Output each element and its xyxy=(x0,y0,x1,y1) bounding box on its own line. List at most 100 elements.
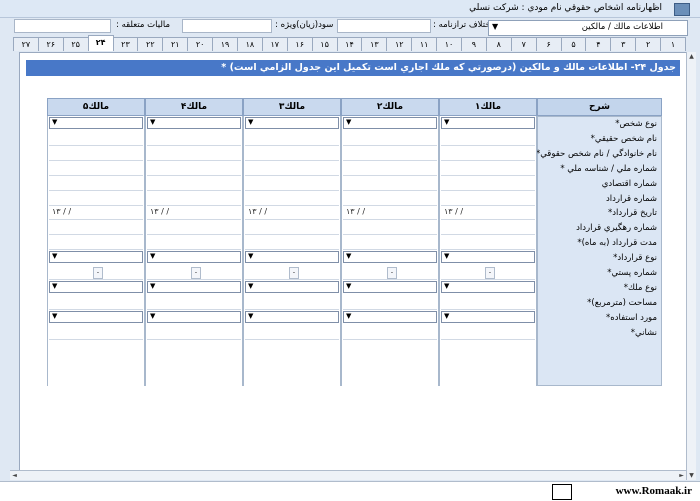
owner-2-text-field[interactable] xyxy=(343,177,437,191)
tab-12[interactable]: ۱۲ xyxy=(386,37,413,51)
vertical-scrollbar[interactable]: ▲ ▼ xyxy=(686,52,696,480)
tax-field[interactable] xyxy=(14,19,111,33)
owner-5-date-field[interactable]: ۱۳ / / xyxy=(49,206,143,221)
tab-18[interactable]: ۱۸ xyxy=(236,37,263,51)
owner-1-text-field[interactable] xyxy=(441,162,535,176)
tab-19[interactable]: ۱۹ xyxy=(212,37,238,51)
owner-1-dropdown[interactable]: ▼ xyxy=(441,280,535,293)
owner-4-text-field[interactable] xyxy=(147,162,241,176)
owner-2-text-field[interactable] xyxy=(343,326,437,340)
tab-26[interactable]: ۲۶ xyxy=(37,37,64,51)
owner-2-dropdown[interactable]: ▼ xyxy=(343,251,437,264)
tab-8[interactable]: ۸ xyxy=(485,37,512,51)
owner-5-text-field[interactable] xyxy=(49,177,143,191)
owner-2-text-field[interactable] xyxy=(343,147,437,161)
owner-1-text-field[interactable] xyxy=(441,236,535,251)
owner-1-text-field[interactable] xyxy=(441,132,535,146)
owner-2-text-field[interactable] xyxy=(343,236,437,251)
scroll-down-icon[interactable]: ▼ xyxy=(687,471,696,480)
owner-4-text-field[interactable] xyxy=(147,177,241,191)
owner-4-text-field[interactable] xyxy=(147,221,241,236)
diff-field[interactable] xyxy=(337,19,431,33)
owner-4-text-field[interactable] xyxy=(147,192,241,206)
owner-1-text-field[interactable] xyxy=(441,326,535,340)
tab-21[interactable]: ۲۱ xyxy=(162,37,189,51)
owner-5-dropdown[interactable]: ▼ xyxy=(49,280,143,293)
owner-2-dropdown[interactable]: ▼ xyxy=(343,117,437,129)
scroll-right-icon[interactable]: ► xyxy=(677,471,686,480)
owner-3-text-field[interactable] xyxy=(245,177,339,191)
owner-2-dropdown[interactable]: ▼ xyxy=(343,280,437,293)
owner-4-text-field[interactable] xyxy=(147,326,241,340)
owner-2-date-field[interactable]: ۱۳ / / xyxy=(343,206,437,221)
owner-2-text-field[interactable] xyxy=(343,192,437,206)
owner-2-postal-field[interactable]: - xyxy=(343,266,437,280)
tab-20[interactable]: ۲۰ xyxy=(187,37,214,51)
owner-4-text-field[interactable] xyxy=(147,132,241,146)
owner-5-text-field[interactable] xyxy=(49,192,143,206)
owner-2-text-field[interactable] xyxy=(343,132,437,146)
horizontal-scrollbar[interactable]: ◄ ► xyxy=(10,470,686,480)
tab-13[interactable]: ۱۳ xyxy=(361,37,388,51)
owner-1-text-field[interactable] xyxy=(441,296,535,310)
owner-5-text-field[interactable] xyxy=(49,147,143,161)
owner-4-postal-field[interactable]: - xyxy=(147,266,241,280)
owner-5-dropdown[interactable]: ▼ xyxy=(49,251,143,264)
owner-3-postal-field[interactable]: - xyxy=(245,266,339,280)
tab-23[interactable]: ۲۳ xyxy=(112,37,139,51)
owner-5-text-field[interactable] xyxy=(49,236,143,251)
owner-4-date-field[interactable]: ۱۳ / / xyxy=(147,206,241,221)
owner-3-date-field[interactable]: ۱۳ / / xyxy=(245,206,339,221)
owner-4-text-field[interactable] xyxy=(147,296,241,310)
tab-2[interactable]: ۲ xyxy=(635,37,662,51)
owner-1-text-field[interactable] xyxy=(441,221,535,236)
tab-6[interactable]: ۶ xyxy=(535,37,562,51)
owner-5-text-field[interactable] xyxy=(49,162,143,176)
tab-9[interactable]: ۹ xyxy=(460,37,487,51)
owner-2-text-field[interactable] xyxy=(343,221,437,236)
tab-11[interactable]: ۱۱ xyxy=(411,37,438,51)
owner-1-dropdown[interactable]: ▼ xyxy=(441,117,535,129)
owner-4-dropdown[interactable]: ▼ xyxy=(147,251,241,264)
tab-22[interactable]: ۲۲ xyxy=(137,37,164,51)
scroll-up-icon[interactable]: ▲ xyxy=(687,52,696,61)
owner-5-text-field[interactable] xyxy=(49,221,143,236)
owner-5-dropdown[interactable]: ▼ xyxy=(49,117,143,129)
owner-3-text-field[interactable] xyxy=(245,132,339,146)
tab-16[interactable]: ۱۶ xyxy=(286,37,313,51)
tab-4[interactable]: ۴ xyxy=(585,37,612,51)
owner-5-text-field[interactable] xyxy=(49,326,143,340)
owner-2-dropdown[interactable]: ▼ xyxy=(343,310,437,323)
owner-3-text-field[interactable] xyxy=(245,192,339,206)
owner-3-dropdown[interactable]: ▼ xyxy=(245,280,339,293)
owner-5-dropdown[interactable]: ▼ xyxy=(49,310,143,323)
tab-5[interactable]: ۵ xyxy=(560,37,587,51)
owner-1-postal-field[interactable]: - xyxy=(441,266,535,280)
owner-3-text-field[interactable] xyxy=(245,296,339,310)
owner-3-text-field[interactable] xyxy=(245,236,339,251)
owner-5-postal-field[interactable]: - xyxy=(49,266,143,280)
owner-1-text-field[interactable] xyxy=(441,147,535,161)
owner-4-text-field[interactable] xyxy=(147,236,241,251)
tab-15[interactable]: ۱۵ xyxy=(311,37,338,51)
owner-5-text-field[interactable] xyxy=(49,296,143,310)
tab-10[interactable]: ۱۰ xyxy=(436,37,462,51)
owner-1-text-field[interactable] xyxy=(441,177,535,191)
owner-1-date-field[interactable]: ۱۳ / / xyxy=(441,206,535,221)
owner-1-text-field[interactable] xyxy=(441,192,535,206)
profit-field[interactable] xyxy=(182,19,272,33)
owner-5-text-field[interactable] xyxy=(49,132,143,146)
owner-4-text-field[interactable] xyxy=(147,147,241,161)
owner-4-dropdown[interactable]: ▼ xyxy=(147,117,241,129)
owner-3-dropdown[interactable]: ▼ xyxy=(245,117,339,129)
owner-3-text-field[interactable] xyxy=(245,162,339,176)
tab-3[interactable]: ۳ xyxy=(610,37,637,51)
tab-24[interactable]: ۲۴ xyxy=(87,35,114,51)
owner-3-text-field[interactable] xyxy=(245,221,339,236)
owner-4-dropdown[interactable]: ▼ xyxy=(147,280,241,293)
owner-1-dropdown[interactable]: ▼ xyxy=(441,310,535,323)
tab-17[interactable]: ۱۷ xyxy=(261,37,288,51)
tab-14[interactable]: ۱۴ xyxy=(336,37,363,51)
tab-1[interactable]: ۱ xyxy=(660,37,686,51)
owner-3-dropdown[interactable]: ▼ xyxy=(245,310,339,323)
